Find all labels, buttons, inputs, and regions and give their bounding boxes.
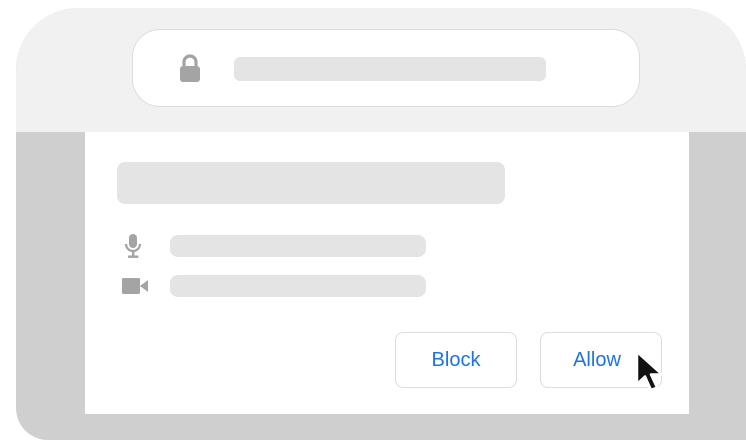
browser-toolbar	[16, 8, 746, 132]
permission-label-placeholder	[170, 275, 426, 297]
address-bar[interactable]	[132, 29, 640, 107]
block-button[interactable]: Block	[395, 332, 517, 388]
mouse-pointer-icon	[634, 350, 668, 396]
permission-row-microphone	[123, 233, 426, 259]
camera-icon	[121, 275, 149, 297]
permission-prompt: Block Allow	[85, 132, 689, 414]
lock-icon[interactable]	[177, 52, 203, 84]
url-text-placeholder	[234, 57, 546, 81]
permission-row-camera	[121, 273, 426, 299]
permission-label-placeholder	[170, 235, 426, 257]
prompt-title-placeholder	[117, 162, 505, 204]
microphone-icon	[123, 233, 143, 259]
